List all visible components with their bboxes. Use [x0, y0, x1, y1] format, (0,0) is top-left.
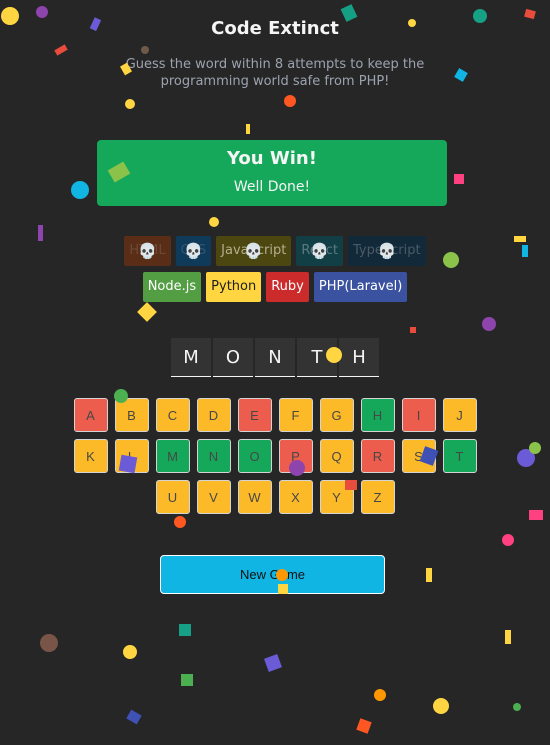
skull-icon: 💀	[377, 242, 397, 260]
key-l[interactable]: L	[114, 439, 149, 473]
key-z[interactable]: Z	[360, 480, 395, 514]
letter-cell: N	[255, 338, 295, 377]
word-display: MONTH	[0, 338, 550, 377]
language-label: Node.js	[147, 279, 197, 294]
key-h[interactable]: H	[360, 398, 395, 432]
letter-cell: M	[171, 338, 211, 377]
keyboard-row: KLMNOPQRST	[0, 439, 550, 473]
key-q[interactable]: Q	[319, 439, 354, 473]
key-p[interactable]: P	[278, 439, 313, 473]
key-r[interactable]: R	[360, 439, 395, 473]
language-chip: CSS 💀	[175, 236, 212, 266]
key-t[interactable]: T	[442, 439, 477, 473]
key-d[interactable]: D	[196, 398, 231, 432]
language-chip: Python	[206, 272, 262, 302]
key-y[interactable]: Y	[319, 480, 354, 514]
key-c[interactable]: C	[155, 398, 190, 432]
key-u[interactable]: U	[155, 480, 190, 514]
new-game-button[interactable]: New Game	[160, 555, 385, 594]
language-chip: HTML 💀	[124, 236, 171, 266]
keyboard: ABCDEFGHIJ KLMNOPQRST UVWXYZ	[0, 398, 550, 521]
page-title: Code Extinct	[211, 18, 339, 39]
key-o[interactable]: O	[237, 439, 272, 473]
skull-icon: 💀	[138, 242, 157, 260]
header: Code Extinct Guess the word within 8 att…	[0, 18, 550, 90]
key-w[interactable]: W	[237, 480, 272, 514]
skull-icon: 💀	[310, 242, 330, 260]
language-row: HTML 💀 CSS 💀 JavaScript 💀 React 💀 TypeScript 💀	[0, 236, 550, 266]
key-a[interactable]: A	[73, 398, 108, 432]
key-s[interactable]: S	[401, 439, 436, 473]
key-i[interactable]: I	[401, 398, 436, 432]
key-x[interactable]: X	[278, 480, 313, 514]
language-row: Node.js Python Ruby PHP(Laravel)	[0, 272, 550, 302]
game-status-banner: You Win! Well Done!	[97, 140, 447, 206]
language-chip: Ruby	[266, 272, 309, 302]
language-chip: JavaScript 💀	[216, 236, 292, 266]
language-chip: Node.js	[142, 272, 202, 302]
letter-cell: T	[297, 338, 337, 377]
key-j[interactable]: J	[442, 398, 477, 432]
letter-cell: H	[339, 338, 379, 377]
letter-cell: O	[213, 338, 253, 377]
key-n[interactable]: N	[196, 439, 231, 473]
language-label: Python	[211, 279, 257, 294]
language-chips: HTML 💀 CSS 💀 JavaScript 💀 React 💀 TypeScript 💀 No…	[0, 236, 550, 308]
status-title: You Win!	[227, 148, 317, 169]
page-subtitle: Guess the word within 8 attempts to keep…	[125, 57, 425, 89]
key-v[interactable]: V	[196, 480, 231, 514]
language-label: PHP(Laravel)	[318, 279, 403, 294]
key-m[interactable]: M	[155, 439, 190, 473]
keyboard-row: UVWXYZ	[0, 480, 550, 514]
skull-icon: 💀	[184, 242, 203, 260]
language-chip: PHP(Laravel)	[313, 272, 408, 302]
skull-icon: 💀	[244, 242, 264, 260]
keyboard-row: ABCDEFGHIJ	[0, 398, 550, 432]
key-k[interactable]: K	[73, 439, 108, 473]
status-message: Well Done!	[233, 179, 311, 195]
language-chip: React 💀	[296, 236, 344, 266]
language-chip: TypeScript 💀	[348, 236, 426, 266]
key-e[interactable]: E	[237, 398, 272, 432]
key-b[interactable]: B	[114, 398, 149, 432]
key-g[interactable]: G	[319, 398, 354, 432]
language-label: Ruby	[271, 279, 304, 294]
key-f[interactable]: F	[278, 398, 313, 432]
